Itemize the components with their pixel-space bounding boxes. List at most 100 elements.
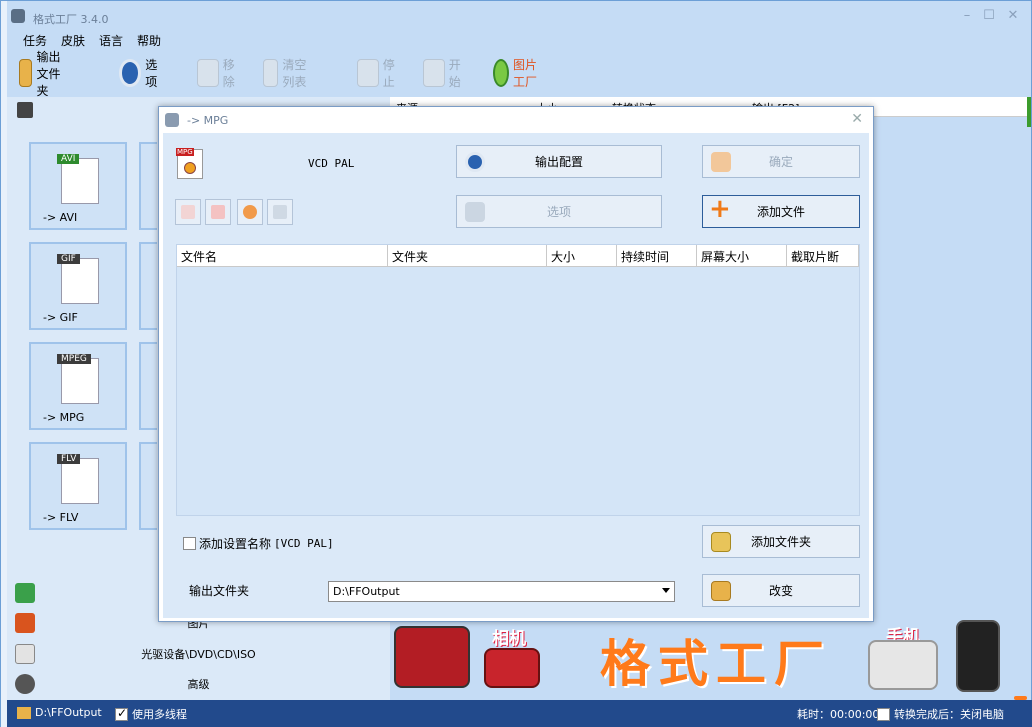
column-folder[interactable]: 文件夹: [388, 245, 547, 267]
folder-icon: [19, 59, 33, 87]
phone-image: [868, 640, 938, 690]
column-filename[interactable]: 文件名: [177, 245, 388, 267]
format-tile-partial[interactable]: [139, 242, 157, 330]
format-tile-label: -> AVI: [43, 211, 78, 224]
avi-file-icon: [61, 158, 99, 204]
change-label: 改变: [768, 584, 793, 598]
add-folder-icon: [711, 532, 731, 552]
format-tile-flv[interactable]: FLV -> FLV: [29, 442, 127, 530]
category-advanced[interactable]: 高级: [7, 670, 390, 698]
camera-tag: 相机: [492, 629, 526, 649]
add-setting-name-check[interactable]: [183, 537, 196, 550]
clear-list-icon: [263, 59, 279, 87]
remove-button[interactable]: 移除: [197, 55, 241, 91]
mpg-file-icon: MPG: [176, 148, 203, 179]
preset-name: VCD PAL: [308, 157, 355, 170]
camera-image: [484, 648, 540, 688]
info-tool[interactable]: [267, 199, 293, 225]
start-icon: [423, 59, 445, 87]
dialog-title-bar: -> MPG ✕: [159, 107, 873, 133]
arrow-right-icon: [711, 152, 731, 172]
window-title: 格式工厂 3.4.0: [33, 13, 109, 26]
camcorder-image: [394, 626, 470, 688]
options-label: 选项: [145, 58, 158, 89]
stop-icon: [357, 59, 379, 87]
category-optical-drive[interactable]: 光驱设备\DVD\CD\ISO: [7, 640, 390, 668]
multithread-label: 使用多线程: [132, 708, 187, 721]
start-label: 开始: [448, 58, 461, 89]
multithread-check[interactable]: [115, 706, 128, 721]
flv-file-icon: [61, 458, 99, 504]
folder-icon: [17, 706, 31, 719]
menu-language[interactable]: 语言: [99, 32, 123, 50]
elapsed-text: 耗时：00:00:00: [797, 708, 880, 721]
after-done-checkbox[interactable]: 转换完成后：关闭电脑: [877, 706, 1004, 722]
after-done-check[interactable]: [877, 707, 890, 721]
dialog-options-button[interactable]: 选项: [456, 195, 662, 228]
output-config-label: 输出配置: [534, 155, 583, 169]
smartphone-image: [956, 620, 1000, 692]
format-tile-gif[interactable]: GIF -> GIF: [29, 242, 127, 330]
status-bar: D:\FFOutput 使用多线程 耗时：00:00:00 转换完成后：关闭电脑: [7, 700, 1032, 727]
output-config-button[interactable]: 输出配置: [456, 145, 662, 178]
add-file-label: 添加文件: [756, 205, 805, 219]
close-button[interactable]: ✕: [1003, 7, 1023, 25]
gear-icon: [119, 59, 142, 87]
add-setting-name-checkbox[interactable]: 添加设置名称 [VCD PAL]: [183, 535, 334, 552]
output-folder-value: D:\FFOutput: [333, 585, 400, 598]
format-tile-partial[interactable]: [139, 442, 157, 530]
folder-icon: [711, 581, 731, 601]
column-clip[interactable]: 截取片断: [787, 245, 859, 267]
file-table: 文件名 文件夹 大小 持续时间 屏幕大小 截取片断: [176, 244, 860, 516]
play-tool[interactable]: [237, 199, 263, 225]
output-folder-button[interactable]: 输出文件夹: [19, 50, 63, 98]
format-tile-partial[interactable]: [139, 142, 157, 230]
image-factory-label: 图片工厂: [513, 58, 538, 89]
change-button[interactable]: 改变: [702, 574, 860, 607]
image-factory-button[interactable]: 图片工厂: [493, 55, 537, 91]
status-output-path[interactable]: D:\FFOutput: [17, 706, 102, 719]
info-card-icon: [273, 205, 287, 219]
output-folder-label: 输出文件夹: [36, 49, 61, 98]
music-note-icon: [15, 583, 35, 603]
dialog-app-icon: [165, 113, 179, 127]
stop-label: 停止: [382, 58, 395, 89]
format-tile-partial[interactable]: [139, 342, 157, 430]
clear-list-label: 清空列表: [282, 58, 307, 89]
title-bar: 格式工厂 3.4.0 – ☐ ✕: [7, 1, 1032, 31]
maximize-button[interactable]: ☐: [979, 7, 999, 25]
multithread-checkbox[interactable]: 使用多线程: [115, 706, 187, 722]
format-tile-label: -> FLV: [43, 511, 79, 524]
menu-skin[interactable]: 皮肤: [61, 32, 85, 50]
options-button[interactable]: 选项: [119, 55, 163, 91]
video-category-tab[interactable]: [17, 97, 37, 123]
play-disc-icon: [184, 162, 196, 174]
film-options-icon: [465, 202, 485, 222]
dialog-close-button[interactable]: ✕: [851, 111, 863, 127]
convert-dialog: -> MPG ✕ MPG VCD PAL 输出配置 确定 选项 + 添加文件 文…: [158, 106, 874, 622]
add-file-button[interactable]: + 添加文件: [702, 195, 860, 228]
add-setting-name-label: 添加设置名称: [199, 537, 272, 551]
brand-title: 格式工厂: [600, 634, 832, 693]
minimize-button[interactable]: –: [957, 7, 977, 25]
menu-help[interactable]: 帮助: [137, 32, 161, 50]
clear-tool[interactable]: [205, 199, 231, 225]
column-duration[interactable]: 持续时间: [617, 245, 697, 267]
output-folder-select[interactable]: D:\FFOutput: [328, 581, 675, 602]
start-button[interactable]: 开始: [423, 55, 467, 91]
column-size[interactable]: 大小: [547, 245, 617, 267]
image-factory-icon: [493, 59, 509, 87]
clear-list-button[interactable]: 清空列表: [263, 55, 307, 91]
column-screen-size[interactable]: 屏幕大小: [697, 245, 787, 267]
status-output-path-text: D:\FFOutput: [35, 706, 102, 719]
chevron-down-icon[interactable]: [662, 588, 670, 593]
stop-button[interactable]: 停止: [357, 55, 401, 91]
gif-badge: GIF: [57, 254, 80, 264]
add-folder-button[interactable]: 添加文件夹: [702, 525, 860, 558]
format-tile-avi[interactable]: AVI -> AVI: [29, 142, 127, 230]
remove-file-tool[interactable]: [175, 199, 201, 225]
mpg-badge-icon: MPG: [176, 148, 194, 156]
ok-button[interactable]: 确定: [702, 145, 860, 178]
avi-badge: AVI: [57, 154, 80, 164]
format-tile-mpg[interactable]: MPEG -> MPG: [29, 342, 127, 430]
